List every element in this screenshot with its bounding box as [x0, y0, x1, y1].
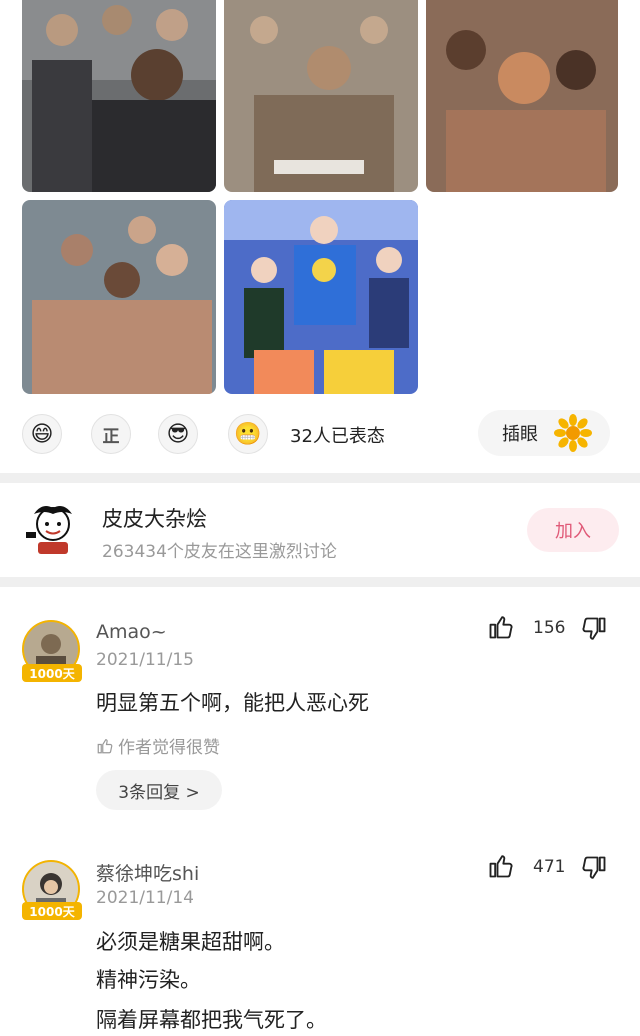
- image-tile-1[interactable]: [22, 0, 216, 192]
- emoji-glyph: 正: [102, 426, 120, 447]
- comment-date: 2021/11/15: [96, 650, 194, 670]
- suited-men-illustration: [22, 0, 216, 192]
- laughing-emoji-icon[interactable]: 😄: [22, 414, 62, 454]
- group-subtitle: 263434个皮友在这里激烈讨论: [102, 542, 337, 562]
- tattooed-men-illustration: [224, 0, 418, 192]
- emoji-glyph: 😬: [234, 421, 262, 447]
- image-tile-4[interactable]: [22, 200, 216, 394]
- author-liked: 作者觉得很赞: [96, 733, 220, 758]
- comment-date: 2021/11/14: [96, 888, 194, 908]
- chayan-button[interactable]: 插眼: [478, 410, 610, 456]
- sunflower-icon: [554, 414, 592, 452]
- fighters-illustration: [426, 0, 618, 192]
- thumbs-down-icon[interactable]: [580, 615, 608, 643]
- avatar[interactable]: 1000天: [22, 860, 82, 920]
- section-divider: [0, 473, 640, 483]
- thumbs-down-icon[interactable]: [580, 854, 608, 882]
- image-tile-2[interactable]: [224, 0, 418, 192]
- section-divider: [0, 577, 640, 587]
- image-tile-5[interactable]: [224, 200, 418, 394]
- comment-username[interactable]: Amao~: [96, 621, 167, 643]
- cool-emoji-icon[interactable]: 😎: [158, 414, 198, 454]
- comment-text-line: 精神污染。: [96, 968, 201, 992]
- days-badge: 1000天: [22, 902, 82, 920]
- join-button[interactable]: 加入: [527, 508, 619, 552]
- comment-username[interactable]: 蔡徐坤吃shi: [96, 859, 199, 886]
- stage-group-photo: [224, 200, 418, 394]
- zheng-emoji-icon[interactable]: 正: [91, 414, 131, 454]
- group-logo-icon[interactable]: [22, 500, 84, 558]
- comment-text-line: 隔着屏幕都把我气死了。: [96, 1008, 327, 1032]
- like-count: 156: [533, 618, 566, 638]
- days-badge: 1000天: [22, 664, 82, 682]
- emoji-glyph: 😄: [30, 421, 54, 447]
- author-liked-label: 作者觉得很赞: [118, 738, 220, 758]
- grimace-emoji-icon[interactable]: 😬: [228, 414, 268, 454]
- chayan-label: 插眼: [502, 424, 538, 445]
- reaction-count: 32人已表态: [290, 426, 385, 447]
- martial-artists-illustration: [22, 200, 216, 394]
- thumbs-up-icon[interactable]: [487, 852, 515, 880]
- view-replies-button[interactable]: 3条回复 >: [96, 770, 222, 810]
- image-tile-3[interactable]: [426, 0, 618, 192]
- thumbs-up-icon[interactable]: [487, 613, 515, 641]
- thumbs-up-outline-icon: [97, 738, 113, 753]
- comment-text: 明显第五个啊，能把人恶心死: [96, 691, 369, 715]
- like-count: 471: [533, 857, 566, 877]
- comment-text-line: 必须是糖果超甜啊。: [96, 930, 285, 954]
- avatar[interactable]: 1000天: [22, 620, 82, 682]
- group-name[interactable]: 皮皮大杂烩: [102, 503, 207, 533]
- emoji-glyph: 😎: [166, 421, 190, 447]
